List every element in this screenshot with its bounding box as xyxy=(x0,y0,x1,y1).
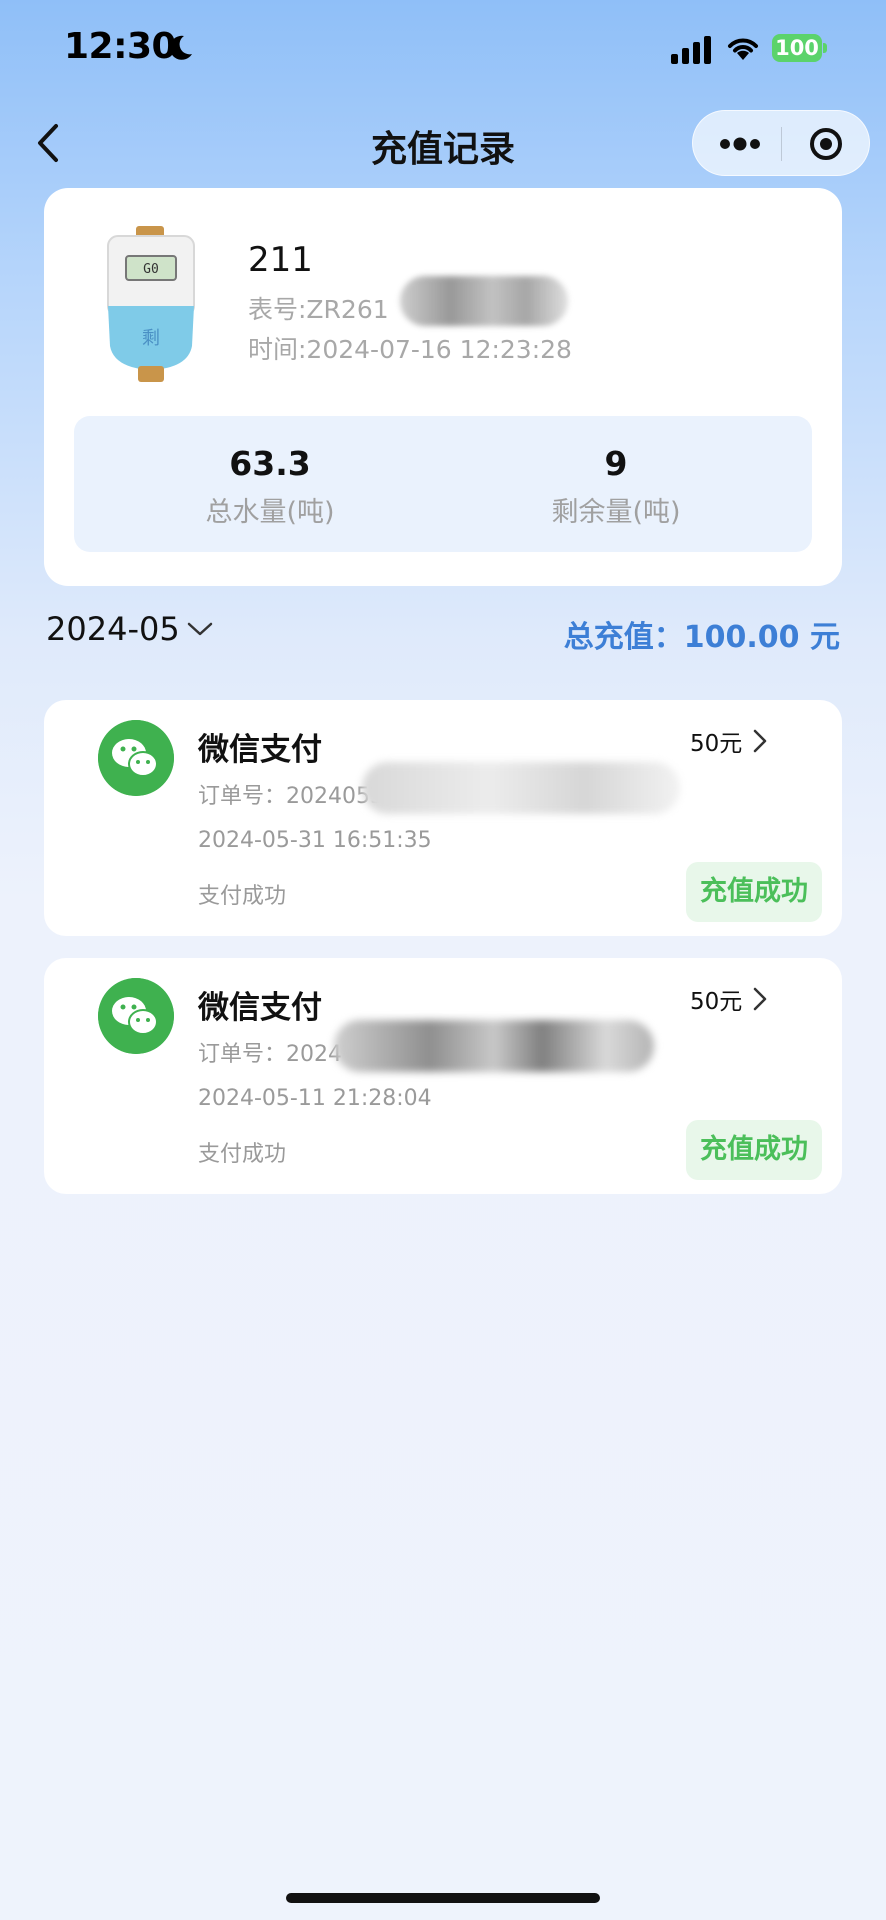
more-dots-icon[interactable] xyxy=(707,119,773,169)
meter-name: 211 xyxy=(248,240,313,280)
record-title: 微信支付 xyxy=(198,732,322,768)
svg-text:剩: 剩 xyxy=(142,328,160,349)
remaining-label: 剩余量(吨) xyxy=(551,497,681,528)
month-value: 2024-05 xyxy=(46,610,180,648)
record-order-number: 订单号：2024 xyxy=(198,1042,342,1067)
total-water-label: 总水量(吨) xyxy=(205,497,335,528)
water-meter-image: G0 剩 xyxy=(107,226,195,382)
redaction-smudge xyxy=(334,1020,654,1072)
meter-stats-panel xyxy=(74,416,812,552)
battery-icon: 100 xyxy=(772,34,828,62)
recharge-success-badge: 充值成功 xyxy=(686,1120,822,1180)
redaction-smudge xyxy=(362,762,680,814)
wechat-pay-icon xyxy=(98,978,174,1054)
mini-program-capsule xyxy=(692,110,870,176)
record-title: 微信支付 xyxy=(198,990,322,1026)
total-water-value: 63.3 xyxy=(229,444,311,483)
meter-time: 时间:2024-07-16 12:23:28 xyxy=(248,335,572,364)
svg-text:G0: G0 xyxy=(143,262,159,277)
battery-level: 100 xyxy=(772,34,822,62)
home-indicator xyxy=(286,1893,600,1903)
record-amount-value: 50元 xyxy=(690,731,743,757)
target-close-icon[interactable] xyxy=(793,119,859,169)
total-recharge: 总充值：100.00 元 xyxy=(563,620,840,655)
chevron-down-icon xyxy=(187,622,212,636)
recharge-success-badge: 充值成功 xyxy=(686,862,822,922)
moon-icon xyxy=(169,35,192,60)
record-amount: 50元 xyxy=(690,982,768,1016)
wechat-pay-icon xyxy=(98,720,174,796)
meter-number: 表号:ZR261 xyxy=(248,295,389,324)
record-pay-status: 支付成功 xyxy=(198,884,287,909)
record-amount-value: 50元 xyxy=(690,989,743,1015)
chevron-right-icon xyxy=(754,729,767,753)
chevron-right-icon xyxy=(754,987,767,1011)
record-amount: 50元 xyxy=(690,724,768,758)
signal-icon xyxy=(671,36,711,64)
record-order-number: 订单号：2024053 xyxy=(198,784,384,809)
month-selector[interactable]: 2024-05 xyxy=(46,610,214,648)
record-pay-status: 支付成功 xyxy=(198,1142,287,1167)
record-date: 2024-05-31 16:51:35 xyxy=(198,828,432,853)
recharge-record[interactable]: 微信支付 50元 订单号：2024 2024-05-11 21:28:04 支付… xyxy=(44,958,842,1194)
wifi-icon xyxy=(728,38,758,60)
recharge-record[interactable]: 微信支付 50元 订单号：2024053 2024-05-31 16:51:35… xyxy=(44,700,842,936)
remaining-value: 9 xyxy=(604,444,628,483)
redaction-smudge xyxy=(400,276,568,326)
status-time: 12:30 xyxy=(64,26,177,67)
record-date: 2024-05-11 21:28:04 xyxy=(198,1086,432,1111)
